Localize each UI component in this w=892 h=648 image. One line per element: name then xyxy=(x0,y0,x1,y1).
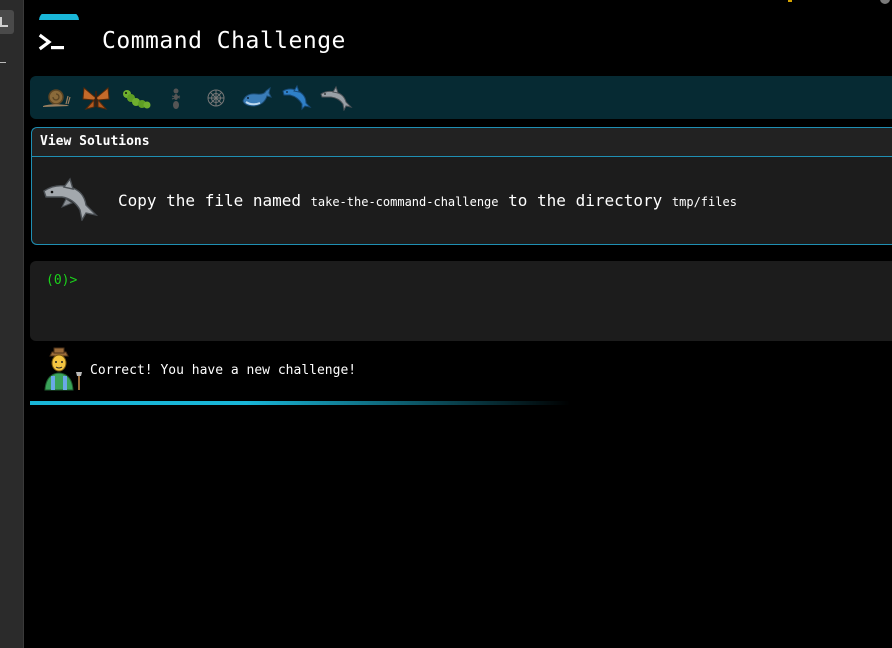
level-ant[interactable] xyxy=(156,78,196,118)
terminal-prompt: (0)> xyxy=(46,273,78,288)
snail-icon xyxy=(43,88,71,107)
logo-icon[interactable] xyxy=(36,14,80,58)
levels-bar xyxy=(30,76,892,119)
challenge-text-before: Copy the file named xyxy=(118,191,311,210)
view-solutions-button[interactable]: View Solutions xyxy=(32,128,892,157)
left-rail xyxy=(0,0,24,648)
butterfly-icon xyxy=(82,86,110,110)
level-snail[interactable] xyxy=(36,78,76,118)
level-butterfly[interactable] xyxy=(76,78,116,118)
spider-web-icon xyxy=(207,89,225,106)
level-whale[interactable] xyxy=(236,78,276,118)
feedback-row: Correct! You have a new challenge! xyxy=(42,346,642,392)
challenge-file-name: take-the-command-challenge xyxy=(310,195,499,209)
level-dolphin-gray[interactable] xyxy=(316,78,356,118)
level-spider-web[interactable] xyxy=(196,78,236,118)
corner-dot xyxy=(880,0,890,4)
app-title: Command Challenge xyxy=(102,28,346,54)
feedback-message: Correct! You have a new challenge! xyxy=(90,363,357,378)
challenge-directory: tmp/files xyxy=(671,195,737,209)
terminal-tab-icon[interactable] xyxy=(0,10,14,34)
dolphin-icon xyxy=(282,84,312,110)
level-dolphin[interactable] xyxy=(276,78,316,118)
main-content: Command Challenge View Solutions Copy th… xyxy=(30,0,892,648)
challenge-text-middle: to the directory xyxy=(498,191,672,210)
dolphin-challenge-icon xyxy=(42,177,99,222)
corner-mark xyxy=(788,0,792,2)
solutions-panel: View Solutions Copy the file named take-… xyxy=(31,127,892,245)
terminal-input[interactable]: (0)> xyxy=(30,261,892,341)
whale-icon xyxy=(242,86,272,107)
progress-bar xyxy=(30,401,570,405)
level-caterpillar[interactable] xyxy=(116,78,156,118)
farmer-avatar-icon xyxy=(42,346,86,392)
caterpillar-icon xyxy=(123,89,151,108)
dolphin-gray-icon xyxy=(320,85,353,111)
challenge-body: Copy the file named take-the-command-cha… xyxy=(32,157,892,245)
rail-divider xyxy=(0,62,6,63)
ant-icon xyxy=(171,88,181,109)
challenge-description: Copy the file named take-the-command-cha… xyxy=(118,191,737,210)
